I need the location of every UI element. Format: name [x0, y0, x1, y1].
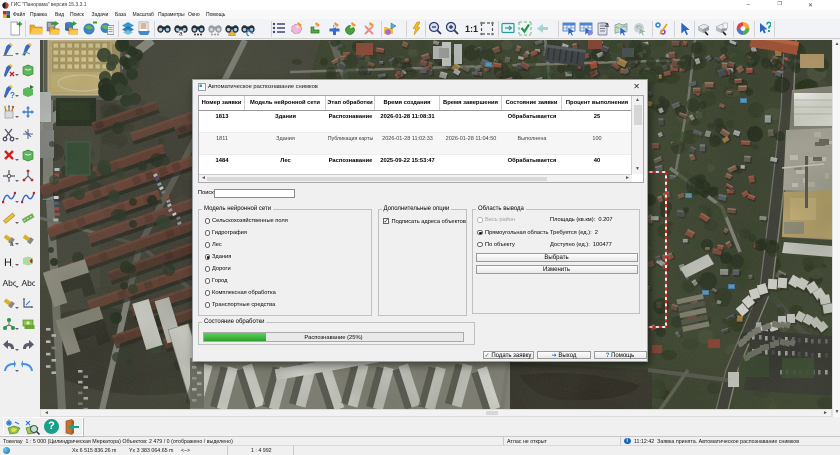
svg-text:a: a [10, 241, 14, 247]
svg-text:a: a [179, 31, 183, 37]
svg-text:Abc: Abc [22, 278, 36, 288]
svg-text:Abc: Abc [3, 278, 17, 288]
svg-text:,: , [12, 263, 13, 269]
svg-text:1:1: 1:1 [465, 24, 478, 34]
svg-text:a: a [605, 22, 609, 29]
svg-text:H: H [4, 257, 12, 269]
